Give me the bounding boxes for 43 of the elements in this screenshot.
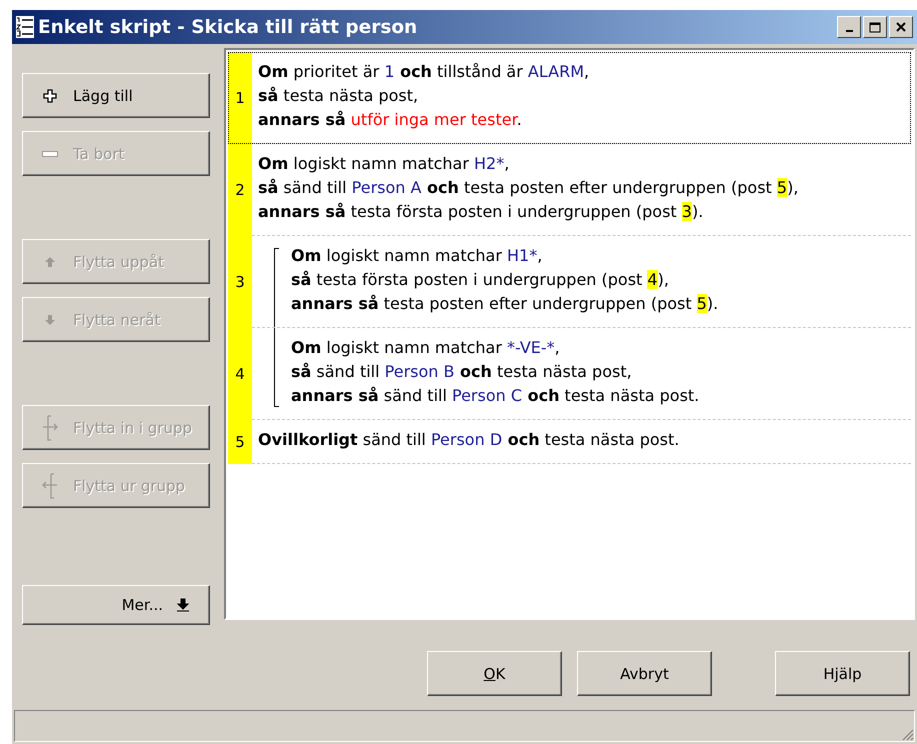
rule-text: annars så utför inga mer tester. xyxy=(258,109,523,131)
rule-text: så testa nästa post, xyxy=(258,85,420,107)
numbered-list-icon xyxy=(16,16,34,38)
rule-row[interactable]: 2 Om logiskt namn matchar H2*, så sänd till Person A och testa posten efter undergruppen (post 5), annars så testa första posten i undergruppen (post 3). xyxy=(228,144,911,236)
close-button[interactable] xyxy=(889,16,913,38)
rule-text: Om logiskt namn matchar H1*, xyxy=(291,245,544,267)
rule-text: så testa första posten i undergruppen (post 4), xyxy=(291,269,670,291)
minimize-icon xyxy=(846,30,852,32)
rule-text: Om prioritet är 1 och tillstånd är ALARM, xyxy=(258,61,590,83)
rule-text: Om logiskt namn matchar *-VE-*, xyxy=(291,337,561,359)
up-arrow-icon xyxy=(44,256,56,268)
close-icon xyxy=(896,22,906,32)
rule-row[interactable]: 1 Om prioritet är 1 och tillstånd är ALARM, så testa nästa post, annars så utför inga mer tester. xyxy=(228,52,911,144)
rule-number: 2 xyxy=(235,181,245,199)
rule-row[interactable]: 5 Ovillkorligt sänd till Person D och testa nästa post. xyxy=(228,420,911,464)
ok-button[interactable]: OK xyxy=(427,651,562,696)
minus-icon xyxy=(42,150,58,156)
rule-row[interactable]: 3 Om logiskt namn matchar H1*, så testa första posten i undergruppen (post 4), annars så testa posten efter undergruppen (post 5). xyxy=(228,236,911,328)
rule-number: 1 xyxy=(235,89,245,107)
rule-number: 5 xyxy=(235,433,245,451)
rule-number: 4 xyxy=(235,365,245,383)
rule-text: annars så testa första posten i undergruppen (post 3). xyxy=(258,201,704,223)
rule-text: så sänd till Person A och testa posten efter undergruppen (post 5), xyxy=(258,177,798,199)
maximize-icon xyxy=(869,22,881,32)
plus-icon xyxy=(43,88,57,102)
indent-icon xyxy=(42,414,58,440)
rule-text: Om logiskt namn matchar H2*, xyxy=(258,153,510,175)
more-button[interactable]: Mer... xyxy=(22,585,210,625)
window-title: Enkelt skript - Skicka till rätt person xyxy=(38,16,418,38)
down-arrow-icon xyxy=(44,314,56,326)
download-arrow-icon xyxy=(177,598,189,612)
maximize-button[interactable] xyxy=(863,16,887,38)
rule-text: annars så testa posten efter undergruppen (post 5). xyxy=(291,293,718,315)
rule-row[interactable]: 4 Om logiskt namn matchar *-VE-*, så sänd till Person B och testa nästa post, annars så sänd till Person C och testa nästa post. xyxy=(228,328,911,420)
minimize-button[interactable] xyxy=(837,16,861,38)
rule-text: så sänd till Person B och testa nästa post, xyxy=(291,361,633,383)
help-button[interactable]: Hjälp xyxy=(775,651,910,696)
rule-text: Ovillkorligt sänd till Person D och testa nästa post. xyxy=(258,429,680,451)
rule-text: annars så sänd till Person C och testa nästa post. xyxy=(291,385,700,407)
cancel-button[interactable]: Avbryt xyxy=(577,651,712,696)
outdent-icon xyxy=(42,472,58,498)
rule-number: 3 xyxy=(235,273,245,291)
add-button[interactable]: Lägg till xyxy=(22,73,210,118)
